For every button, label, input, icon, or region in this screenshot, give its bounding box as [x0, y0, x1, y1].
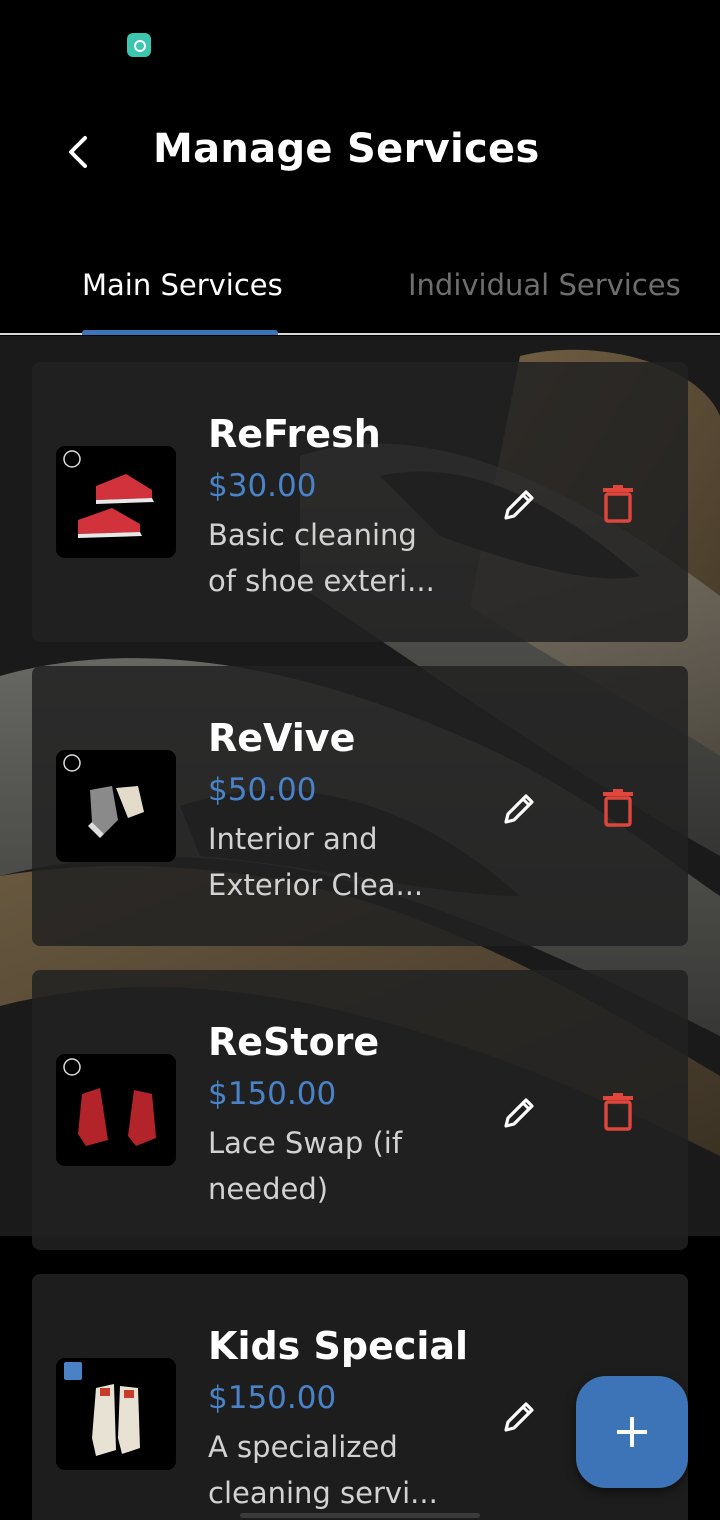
edit-button[interactable]	[494, 782, 546, 834]
service-description: Interior and Exterior Clea...	[208, 822, 424, 902]
manage-services-screen: Manage Services Main Services Individual…	[0, 0, 720, 1520]
service-name: ReStore	[208, 1020, 380, 1064]
chevron-left-icon	[69, 136, 87, 168]
plus-icon	[617, 1417, 647, 1447]
pencil-icon	[504, 1402, 534, 1432]
page-title: Manage Services	[153, 126, 540, 172]
trash-icon	[603, 485, 633, 523]
status-bar	[0, 0, 720, 90]
home-indicator	[240, 1513, 480, 1518]
sneaker-kids-thumbnail	[56, 1358, 176, 1470]
trash-icon	[603, 1093, 633, 1131]
service-info: Kids Special $150.00 A specialized clean…	[208, 1320, 468, 1516]
active-tab-indicator	[82, 330, 278, 335]
service-card[interactable]: ReVive $50.00 Interior and Exterior Clea…	[32, 666, 688, 946]
service-price: $150.00	[208, 1380, 337, 1416]
trash-icon	[603, 789, 633, 827]
pencil-icon	[504, 794, 534, 824]
edit-button[interactable]	[494, 1390, 546, 1442]
pencil-icon	[504, 490, 534, 520]
delete-button[interactable]	[592, 1086, 644, 1138]
service-description: Lace Swap (if needed)	[208, 1126, 403, 1206]
sneaker-highred-thumbnail	[56, 1054, 176, 1166]
add-service-button[interactable]	[576, 1376, 688, 1488]
app-header: Manage Services	[0, 100, 720, 210]
delete-button[interactable]	[592, 782, 644, 834]
service-price: $150.00	[208, 1076, 337, 1112]
edit-button[interactable]	[494, 478, 546, 530]
tab-main-services[interactable]: Main Services	[82, 268, 283, 302]
service-price: $50.00	[208, 772, 317, 808]
sneaker-red-thumbnail	[56, 446, 176, 558]
pencil-icon	[504, 1098, 534, 1128]
service-name: Kids Special	[208, 1324, 469, 1368]
service-card[interactable]: ReStore $150.00 Lace Swap (if needed)	[32, 970, 688, 1250]
sneaker-grey-thumbnail	[56, 750, 176, 862]
service-price: $30.00	[208, 468, 317, 504]
service-card[interactable]: ReFresh $30.00 Basic cleaning of shoe ex…	[32, 362, 688, 642]
service-thumbnail	[56, 750, 176, 862]
service-thumbnail	[56, 1054, 176, 1166]
edit-button[interactable]	[494, 1086, 546, 1138]
service-info: ReStore $150.00 Lace Swap (if needed)	[208, 1016, 468, 1212]
notification-app-icon	[127, 33, 151, 57]
service-thumbnail	[56, 1358, 176, 1470]
tab-individual-services[interactable]: Individual Services	[408, 268, 681, 302]
service-description: Basic cleaning of shoe exteri...	[208, 518, 435, 598]
back-button[interactable]	[54, 124, 102, 180]
service-thumbnail	[56, 446, 176, 558]
service-name: ReVive	[208, 716, 356, 760]
tab-bar: Main Services Individual Services	[0, 250, 720, 336]
service-info: ReVive $50.00 Interior and Exterior Clea…	[208, 712, 468, 908]
service-description: A specialized cleaning servi...	[208, 1430, 438, 1510]
delete-button[interactable]	[592, 478, 644, 530]
service-name: ReFresh	[208, 412, 381, 456]
service-info: ReFresh $30.00 Basic cleaning of shoe ex…	[208, 408, 468, 604]
